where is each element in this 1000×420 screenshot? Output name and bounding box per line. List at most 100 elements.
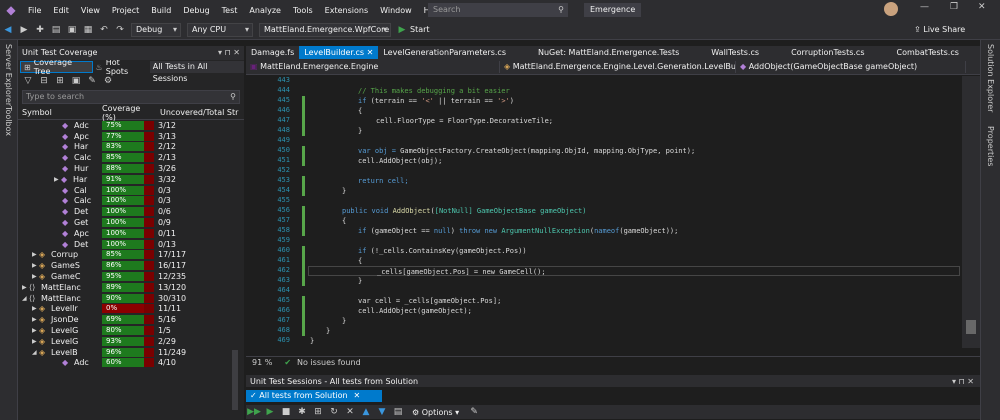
search-input[interactable]: Search ⚲ [428, 3, 568, 17]
session-tab-all-tests[interactable]: ✓ All tests from Solution ✕ [246, 390, 382, 402]
coverage-row[interactable]: ◆ Det 100% 0/13 [18, 239, 244, 250]
coverage-tree-button[interactable]: ⊞ Coverage Tree [20, 58, 93, 76]
coverage-row[interactable]: ▶ ◈ LevelG 80% 1/5 [18, 325, 244, 336]
delete-icon[interactable]: ✕ [343, 405, 357, 419]
run-all-icon[interactable]: ▶▶ [247, 405, 261, 419]
coverage-row[interactable]: ◆ Apc 100% 0/11 [18, 228, 244, 239]
avatar[interactable] [884, 2, 898, 16]
menu-debug[interactable]: Debug [177, 6, 215, 15]
coverage-search-input[interactable]: Type to search ⚲ [22, 90, 240, 104]
export-icon[interactable]: ▣ [69, 74, 83, 88]
issues-status[interactable]: No issues found [297, 358, 361, 367]
coverage-row[interactable]: ◢ ⟨⟩ MattElanc 90% 30/310 [18, 293, 244, 304]
save-icon[interactable]: ▣ [65, 23, 79, 37]
options-button[interactable]: ⚙ Options ▾ [412, 408, 459, 417]
forward-icon[interactable]: ▶ [17, 23, 31, 37]
editor-scrollbar[interactable] [962, 76, 980, 348]
coverage-row[interactable]: ◆ Apc 77% 3/13 [18, 131, 244, 142]
configuration-select[interactable]: Debug ▾ [131, 22, 181, 37]
minimize-icon[interactable]: — [920, 2, 929, 12]
startup-project-select[interactable]: MattEland.Emergence.WpfCore ▾ [259, 22, 391, 37]
coverage-row[interactable]: ◢ ◈ LevelB 96% 11/249 [18, 347, 244, 358]
start-button[interactable]: Start [410, 25, 430, 34]
group-icon[interactable]: ⊞ [311, 405, 325, 419]
coverage-row[interactable]: ▶ ⟨⟩ MattElanc 89% 13/120 [18, 282, 244, 293]
coverage-row[interactable]: ▶ ◈ Corrup 85% 17/117 [18, 250, 244, 261]
menu-view[interactable]: View [75, 6, 106, 15]
move-down-icon[interactable]: ▼ [375, 405, 389, 419]
tab-nuget-tests[interactable]: NuGet: MattEland.Emergence.Tests [533, 46, 684, 59]
menu-build[interactable]: Build [145, 6, 177, 15]
filter-icon[interactable]: ▽ [21, 74, 35, 88]
tab-walltests-cs[interactable]: WallTests.cs [706, 46, 764, 59]
expand-arrow-icon[interactable]: ▶ [32, 251, 39, 258]
menu-tools[interactable]: Tools [287, 6, 319, 15]
menu-extensions[interactable]: Extensions [319, 6, 374, 15]
project-dropdown[interactable]: ▣ MattEland.Emergence.Engine [246, 60, 500, 73]
expand-arrow-icon[interactable]: ▶ [54, 176, 61, 183]
coverage-row[interactable]: ◆ Cal 100% 0/3 [18, 185, 244, 196]
coverage-row[interactable]: ◆ Calc 85% 2/13 [18, 152, 244, 163]
column-uncovered[interactable]: Uncovered/Total Str [156, 108, 244, 117]
toolbox-tab[interactable]: Toolbox [4, 106, 13, 136]
coverage-row[interactable]: ◆ Det 100% 0/6 [18, 206, 244, 217]
expand-arrow-icon[interactable]: ▶ [32, 327, 39, 334]
menu-window[interactable]: Window [374, 6, 418, 15]
redo-icon[interactable]: ↷ [113, 23, 127, 37]
move-up-icon[interactable]: ▲ [359, 405, 373, 419]
platform-select[interactable]: Any CPU ▾ [187, 22, 253, 37]
close-icon[interactable]: ✕ [354, 391, 361, 400]
tab-levelbuilder-cs[interactable]: LevelBuilder.cs ✕ [299, 46, 379, 59]
coverage-row[interactable]: ◆ Get 100% 0/9 [18, 217, 244, 228]
coverage-row[interactable]: ▶ ◆ Har 91% 3/32 [18, 174, 244, 185]
session-filter-select[interactable]: All Tests in All Sessions [149, 61, 245, 83]
expand-arrow-icon[interactable]: ◢ [32, 349, 39, 356]
collapse-icon[interactable]: ⊟ [37, 74, 51, 88]
open-icon[interactable]: ▤ [49, 23, 63, 37]
expand-arrow-icon[interactable]: ◢ [22, 295, 29, 302]
highlight-icon[interactable]: ✎ [85, 74, 99, 88]
new-project-icon[interactable]: ✚ [33, 23, 47, 37]
back-icon[interactable]: ◀ [1, 23, 15, 37]
coverage-row[interactable]: ▶ ◈ GameS 86% 16/117 [18, 260, 244, 271]
hot-spots-button[interactable]: ♨ Hot Spots [93, 58, 146, 76]
tab-combattests-cs[interactable]: CombatTests.cs [891, 46, 963, 59]
coverage-row[interactable]: ◆ Har 83% 2/12 [18, 142, 244, 153]
coverage-row[interactable]: ▶ ◈ LevelG 93% 2/29 [18, 336, 244, 347]
expand-arrow-icon[interactable]: ▶ [32, 273, 39, 280]
menu-test[interactable]: Test [216, 6, 244, 15]
coverage-row[interactable]: ▶ ◈ LevelIr 0% 11/11 [18, 304, 244, 315]
expand-arrow-icon[interactable]: ▶ [22, 284, 29, 291]
debug-icon[interactable]: ✱ [295, 405, 309, 419]
type-dropdown[interactable]: ◈ MattEland.Emergence.Engine.Level.Gener… [500, 60, 736, 73]
tab-levelgenerationparameters-cs[interactable]: LevelGenerationParameters.cs [378, 46, 511, 59]
expand-arrow-icon[interactable]: ▶ [32, 305, 39, 312]
coverage-scrollbar[interactable] [232, 350, 238, 410]
start-icon[interactable]: ▶ [395, 23, 409, 37]
coverage-row[interactable]: ◆ Adc 60% 4/10 [18, 358, 244, 369]
member-dropdown[interactable]: ◆ AddObject(GameObjectBase gameObject) [736, 60, 966, 73]
stop-icon[interactable]: ■ [279, 405, 293, 419]
expand-arrow-icon[interactable]: ▶ [32, 338, 39, 345]
panel-controls-icon[interactable]: ▾ ⊓ ✕ [218, 46, 240, 60]
tab-damage-fs[interactable]: Damage.fs [246, 46, 299, 59]
solution-explorer-tab[interactable]: Solution Explorer [986, 44, 995, 112]
menu-project[interactable]: Project [106, 6, 145, 15]
column-coverage[interactable]: Coverage (%) [98, 104, 156, 122]
live-share-button[interactable]: ⇪ Live Share [914, 25, 965, 34]
coverage-row[interactable]: ◆ Hur 88% 3/26 [18, 163, 244, 174]
maximize-icon[interactable]: ❐ [950, 2, 958, 12]
zoom-level[interactable]: 91 % [252, 358, 272, 367]
scrollbar-thumb[interactable] [966, 320, 976, 334]
menu-analyze[interactable]: Analyze [243, 6, 287, 15]
coverage-row[interactable]: ▶ ◈ GameC 95% 12/235 [18, 271, 244, 282]
tab-corruptiontests-cs[interactable]: CorruptionTests.cs [786, 46, 869, 59]
close-icon[interactable]: ✕ [367, 48, 374, 57]
run-icon[interactable]: ▶ [263, 405, 277, 419]
code-editor[interactable]: 443 444 445 446 447 448 449 450 451 452 453 454 455 4… [246, 76, 962, 348]
menu-file[interactable]: File [22, 6, 47, 15]
close-icon[interactable]: ✕ [978, 2, 986, 12]
layout-icon[interactable]: ▤ [391, 405, 405, 419]
panel-controls-icon[interactable]: ▾ ⊓ ✕ [952, 377, 974, 386]
settings-icon[interactable]: ⚙ [101, 74, 115, 88]
